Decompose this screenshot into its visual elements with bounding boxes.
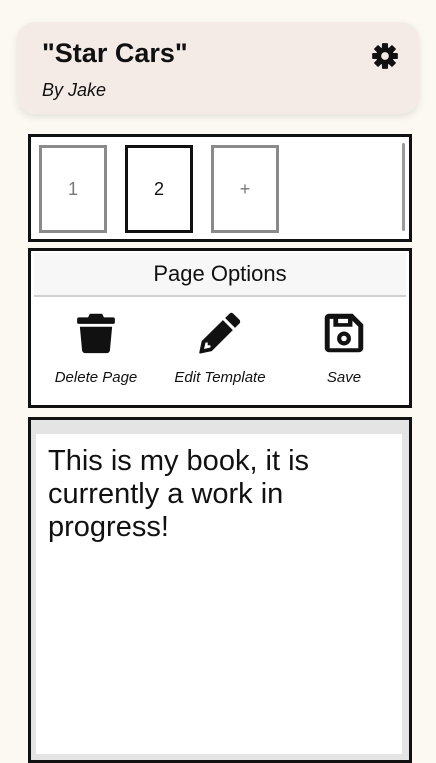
page-editor-frame: This is my book, it is currently a work … [28,417,412,763]
page-thumbnails-strip: 1 2 + [28,134,412,242]
thumbnails-scrollbar[interactable] [402,143,405,231]
delete-page-label: Delete Page [54,369,138,386]
save-label: Save [326,369,362,386]
edit-template-button[interactable]: Edit Template [158,311,282,395]
edit-template-label: Edit Template [174,369,266,386]
book-header: "Star Cars" By Jake [17,22,419,114]
delete-page-button[interactable]: Delete Page [34,311,158,395]
page-options-panel: Page Options Delete Page Edit Template S… [28,248,412,408]
page-thumbnail-2[interactable]: 2 [125,145,193,233]
pencil-icon [199,312,241,354]
book-title: "Star Cars" [42,38,188,68]
page-thumbnail-1[interactable]: 1 [39,145,107,233]
page-text-editor[interactable]: This is my book, it is currently a work … [36,434,402,754]
book-author: By Jake [42,80,107,100]
gear-icon[interactable] [371,42,399,70]
add-page-button[interactable]: + [211,145,279,233]
save-button[interactable]: Save [282,311,406,395]
page-options-header: Page Options [34,253,406,297]
floppy-disk-icon [324,313,364,353]
trash-icon [77,313,115,354]
